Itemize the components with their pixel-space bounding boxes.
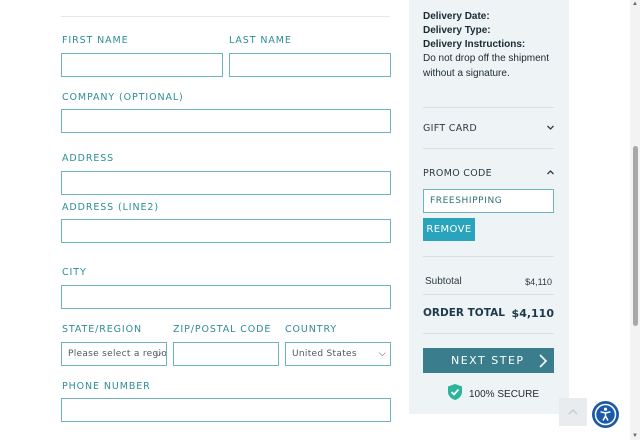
first-name-label: FIRST NAME <box>62 35 129 46</box>
shield-check-icon <box>447 383 463 406</box>
remove-promo-button[interactable]: REMOVE <box>423 218 475 241</box>
address2-field[interactable] <box>61 219 391 243</box>
next-step-button[interactable]: NEXT STEP <box>423 348 554 373</box>
next-step-label: NEXT STEP <box>451 354 525 367</box>
promo-code-input[interactable]: FREESHIPPING <box>423 189 554 213</box>
chevron-down-icon: ⌵ <box>378 349 386 359</box>
address2-label: ADDRESS (LINE2) <box>62 202 159 213</box>
secure-badge: 100% SECURE <box>447 383 540 406</box>
state-label: STATE/REGION <box>62 324 143 335</box>
phone-label: PHONE NUMBER <box>62 381 151 392</box>
chevron-down-icon <box>546 123 555 135</box>
state-select-value: Please select a region <box>68 349 167 359</box>
scroll-down-icon[interactable]: ▼ <box>632 433 638 439</box>
chevron-up-icon <box>546 168 555 180</box>
delivery-instructions-label: Delivery Instructions: <box>423 39 526 50</box>
country-label: COUNTRY <box>285 324 338 335</box>
first-name-field[interactable] <box>61 53 223 77</box>
country-select-value: United States <box>292 349 357 359</box>
phone-field[interactable] <box>61 398 391 422</box>
city-field[interactable] <box>61 285 391 309</box>
secure-label: 100% SECURE <box>469 388 540 400</box>
delivery-date-label: Delivery Date: <box>423 11 490 22</box>
company-field[interactable] <box>61 109 391 133</box>
section-divider <box>61 16 390 17</box>
country-select[interactable]: United States ⌵ <box>285 342 391 366</box>
divider <box>423 294 554 295</box>
chevron-up-icon <box>567 408 579 430</box>
accessibility-button[interactable] <box>592 401 619 428</box>
order-summary-panel: Delivery Date: Delivery Type: Delivery I… <box>409 0 569 414</box>
company-label: COMPANY (OPTIONAL) <box>62 92 184 103</box>
promo-code-label: PROMO CODE <box>423 168 492 179</box>
delivery-type-label: Delivery Type: <box>423 25 491 36</box>
last-name-label: LAST NAME <box>229 35 292 46</box>
divider <box>423 256 554 257</box>
vertical-scrollbar[interactable]: ▲ ▼ <box>630 0 640 440</box>
subtotal-label: Subtotal <box>425 276 462 287</box>
address-field[interactable] <box>61 171 391 195</box>
promo-code-toggle[interactable]: PROMO CODE <box>409 160 569 186</box>
last-name-field[interactable] <box>229 53 391 77</box>
address-label: ADDRESS <box>62 153 115 164</box>
promo-code-value: FREESHIPPING <box>430 196 503 206</box>
state-select[interactable]: Please select a region ⌵ <box>61 342 167 366</box>
order-total-label: ORDER TOTAL <box>423 307 505 319</box>
back-to-top-button[interactable] <box>559 398 587 426</box>
delivery-instructions-text: Do not drop off the shipment <box>423 53 550 64</box>
scroll-up-icon[interactable]: ▲ <box>632 1 638 7</box>
gift-card-toggle[interactable]: GIFT CARD <box>409 115 569 141</box>
divider <box>423 333 554 334</box>
divider <box>423 148 554 149</box>
chevron-down-icon: ⌵ <box>154 349 162 359</box>
accessibility-icon <box>592 403 619 432</box>
subtotal-value: $4,110 <box>525 277 552 287</box>
divider <box>423 107 554 108</box>
scrollbar-thumb[interactable] <box>633 146 638 326</box>
zip-field[interactable] <box>173 342 279 366</box>
arrow-right-icon <box>538 348 548 377</box>
delivery-instructions-text: without a signature. <box>423 68 510 79</box>
gift-card-label: GIFT CARD <box>423 123 478 134</box>
city-label: CITY <box>62 267 87 278</box>
order-total-value: $4,110 <box>511 307 554 320</box>
zip-label: ZIP/POSTAL CODE <box>173 324 272 335</box>
